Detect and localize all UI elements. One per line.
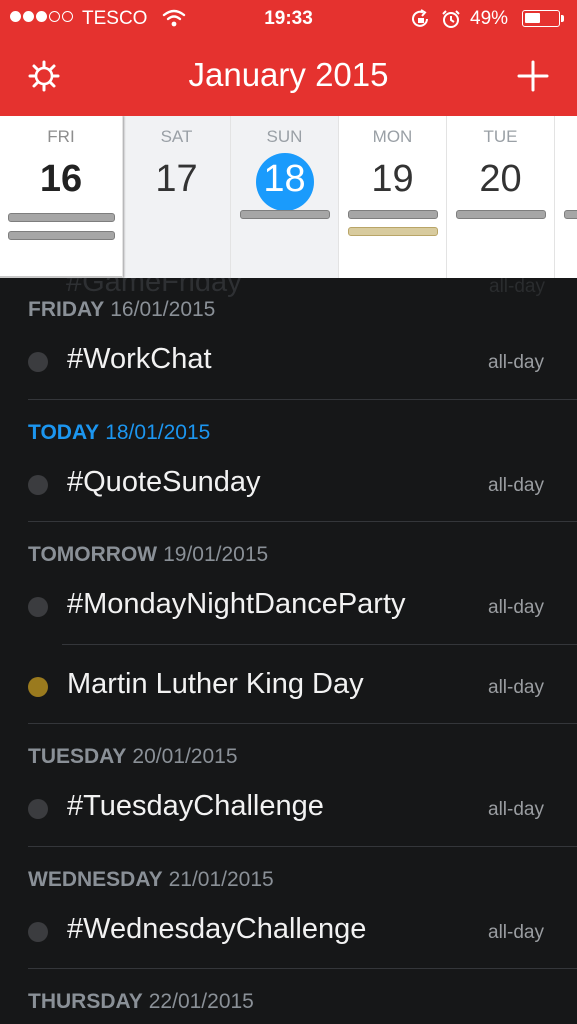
- event-time: all-day: [488, 352, 544, 373]
- day-number: 16: [39, 158, 83, 200]
- event-row[interactable]: #TuesdayChallenge all-day: [0, 779, 577, 839]
- section-header-wednesday: WEDNESDAY 21/01/2015: [28, 868, 274, 891]
- day-name: SAT: [160, 127, 193, 146]
- event-title: #QuoteSunday: [67, 466, 261, 498]
- divider: [28, 723, 577, 724]
- divider: [28, 399, 577, 400]
- event-title: #WorkChat: [67, 343, 212, 375]
- alarm-icon: [442, 10, 460, 28]
- calendar-color-dot: [28, 799, 48, 819]
- calendar-color-dot: [28, 352, 48, 372]
- event-title: #MondayNightDanceParty: [67, 588, 406, 620]
- calendar-color-dot: [28, 597, 48, 617]
- calendar-color-dot: [28, 922, 48, 942]
- day-name: MON: [372, 127, 413, 146]
- event-row[interactable]: #WednesdayChallenge all-day: [0, 902, 577, 962]
- event-indicator: [8, 231, 115, 240]
- day-number: 18: [263, 158, 306, 200]
- day-number: 17: [155, 158, 198, 200]
- scrolled-event-title: #GameFriday: [66, 278, 242, 298]
- event-title: #TuesdayChallenge: [67, 790, 324, 822]
- rotation-lock-icon: [412, 9, 428, 27]
- section-header-tomorrow: TOMORROW 19/01/2015: [28, 543, 269, 566]
- event-indicator: [564, 210, 577, 219]
- day-cell-sat[interactable]: SAT 17: [123, 116, 231, 278]
- day-number: 20: [479, 158, 522, 200]
- divider: [28, 521, 577, 522]
- day-name: TUE: [483, 127, 518, 146]
- event-row[interactable]: #QuoteSunday all-day: [0, 455, 577, 515]
- plus-icon[interactable]: [516, 59, 550, 93]
- agenda-list[interactable]: #GameFriday all-day FRIDAY 16/01/2015 #Wo…: [0, 278, 577, 1024]
- event-indicator: [8, 213, 115, 222]
- nav-bar: January 2015: [0, 38, 577, 116]
- app-header: TESCO 19:33 49% January 2015: [0, 0, 577, 116]
- event-time: all-day: [488, 799, 544, 820]
- event-indicator: [240, 210, 330, 219]
- event-time: all-day: [488, 475, 544, 496]
- section-header-tuesday: TUESDAY 20/01/2015: [28, 745, 238, 768]
- day-cell-fri[interactable]: FRI 16: [0, 116, 123, 278]
- divider: [28, 846, 577, 847]
- day-cell-mon[interactable]: MON 19: [339, 116, 447, 278]
- day-name: FRI: [47, 127, 75, 146]
- calendar-color-dot: [28, 475, 48, 495]
- event-row[interactable]: #WorkChat all-day: [0, 332, 577, 392]
- month-title[interactable]: January 2015: [0, 56, 577, 94]
- event-indicator: [456, 210, 546, 219]
- event-indicator: [348, 210, 438, 219]
- event-title: #WednesdayChallenge: [67, 913, 367, 945]
- battery-icon: [522, 10, 560, 27]
- day-number: 19: [371, 158, 414, 200]
- section-header-friday: FRIDAY 16/01/2015: [28, 298, 216, 321]
- event-row[interactable]: Martin Luther King Day all-day: [0, 657, 577, 717]
- battery-percentage: 49%: [470, 8, 509, 29]
- section-header-thursday: THURSDAY 22/01/2015: [28, 990, 254, 1013]
- section-header-today: TODAY 18/01/2015: [28, 421, 211, 444]
- event-time: all-day: [488, 597, 544, 618]
- day-name: SUN: [266, 127, 303, 146]
- event-title: Martin Luther King Day: [67, 668, 364, 700]
- day-cell-partial[interactable]: [555, 116, 577, 278]
- event-time: all-day: [488, 677, 544, 698]
- status-bar: TESCO 19:33 49%: [0, 0, 577, 38]
- scrolled-event-time: all-day: [489, 278, 545, 297]
- week-strip: FRI 16 SAT 17 SUN 18 MON 19 TUE 20: [0, 116, 577, 278]
- divider: [62, 644, 577, 645]
- day-cell-tue[interactable]: TUE 20: [447, 116, 555, 278]
- holiday-indicator: [348, 227, 438, 236]
- event-time: all-day: [488, 922, 544, 943]
- holiday-color-dot: [28, 677, 48, 697]
- divider: [28, 968, 577, 969]
- event-row[interactable]: #MondayNightDanceParty all-day: [0, 577, 577, 637]
- day-cell-sun[interactable]: SUN 18: [231, 116, 339, 278]
